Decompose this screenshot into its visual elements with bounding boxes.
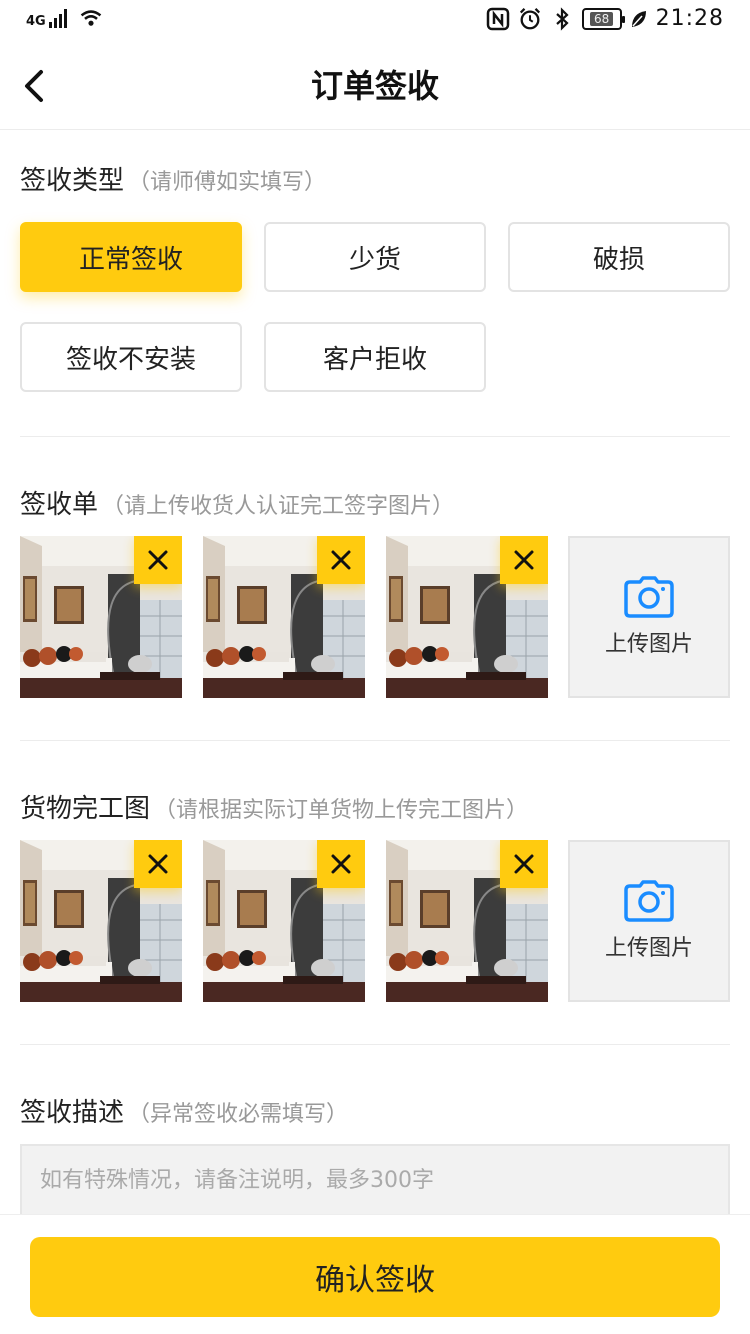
delete-photo-button[interactable] — [317, 840, 365, 888]
divider — [20, 436, 730, 437]
divider — [20, 1044, 730, 1045]
receipt-title: 签收单 — [20, 490, 99, 520]
description-title: 签收描述 — [20, 1098, 125, 1128]
network-label: 4G — [26, 14, 46, 29]
goods-photo-thumbnail[interactable] — [203, 840, 365, 1002]
confirm-sign-button[interactable]: 确认签收 — [30, 1237, 720, 1317]
type-option-rejected[interactable]: 客户拒收 — [264, 322, 486, 392]
camera-icon — [624, 576, 674, 618]
status-bar: 4G 68 21:28 — [0, 0, 750, 40]
divider — [20, 740, 730, 741]
receipt-header: 签收单 （请上传收货人认证完工签字图片） — [20, 484, 454, 521]
goods-header: 货物完工图 （请根据实际订单货物上传完工图片） — [20, 788, 528, 825]
close-icon — [331, 854, 351, 874]
receipt-upload-button[interactable]: 上传图片 — [568, 536, 730, 698]
receipt-upload-label: 上传图片 — [604, 632, 693, 657]
goods-photo-thumbnail[interactable] — [386, 840, 548, 1002]
alarm-icon — [518, 7, 542, 31]
leaf-icon — [630, 7, 648, 31]
type-option-normal[interactable]: 正常签收 — [20, 222, 242, 292]
receipt-photo-thumbnail[interactable] — [20, 536, 182, 698]
close-icon — [514, 550, 534, 570]
nfc-icon — [486, 7, 510, 31]
goods-upload-label: 上传图片 — [604, 936, 693, 961]
goods-hint: （请根据实际订单货物上传完工图片） — [154, 798, 529, 823]
sign-type-header: 签收类型 （请师傅如实填写） — [20, 160, 326, 197]
page-title: 订单签收 — [310, 67, 439, 105]
type-option-damaged[interactable]: 破损 — [508, 222, 730, 292]
delete-photo-button[interactable] — [134, 536, 182, 584]
clock-time: 21:28 — [655, 6, 724, 31]
type-option-no-install[interactable]: 签收不安装 — [20, 322, 242, 392]
close-icon — [514, 854, 534, 874]
description-header: 签收描述 （异常签收必需填写） — [20, 1092, 348, 1129]
goods-photo-thumbnail[interactable] — [20, 840, 182, 1002]
close-icon — [148, 854, 168, 874]
receipt-photo-thumbnail[interactable] — [203, 536, 365, 698]
close-icon — [331, 550, 351, 570]
delete-photo-button[interactable] — [500, 840, 548, 888]
battery-icon: 68 — [581, 7, 625, 30]
description-hint: （异常签收必需填写） — [128, 1102, 349, 1127]
type-option-short[interactable]: 少货 — [264, 222, 486, 292]
goods-title: 货物完工图 — [20, 794, 151, 824]
delete-photo-button[interactable] — [317, 536, 365, 584]
wifi-icon — [79, 6, 103, 30]
receipt-hint: （请上传收货人认证完工签字图片） — [102, 494, 455, 519]
close-icon — [148, 550, 168, 570]
signal-icon — [48, 8, 67, 28]
bottom-bar: 确认签收 — [0, 1214, 750, 1334]
sign-type-hint: （请师傅如实填写） — [128, 170, 327, 195]
delete-photo-button[interactable] — [500, 536, 548, 584]
goods-upload-button[interactable]: 上传图片 — [568, 840, 730, 1002]
delete-photo-button[interactable] — [134, 840, 182, 888]
sign-type-title: 签收类型 — [20, 166, 125, 196]
receipt-photo-thumbnail[interactable] — [386, 536, 548, 698]
bluetooth-icon — [550, 6, 574, 31]
nav-bar: 订单签收 — [0, 40, 750, 130]
battery-level: 68 — [589, 11, 614, 26]
camera-icon — [624, 880, 674, 922]
